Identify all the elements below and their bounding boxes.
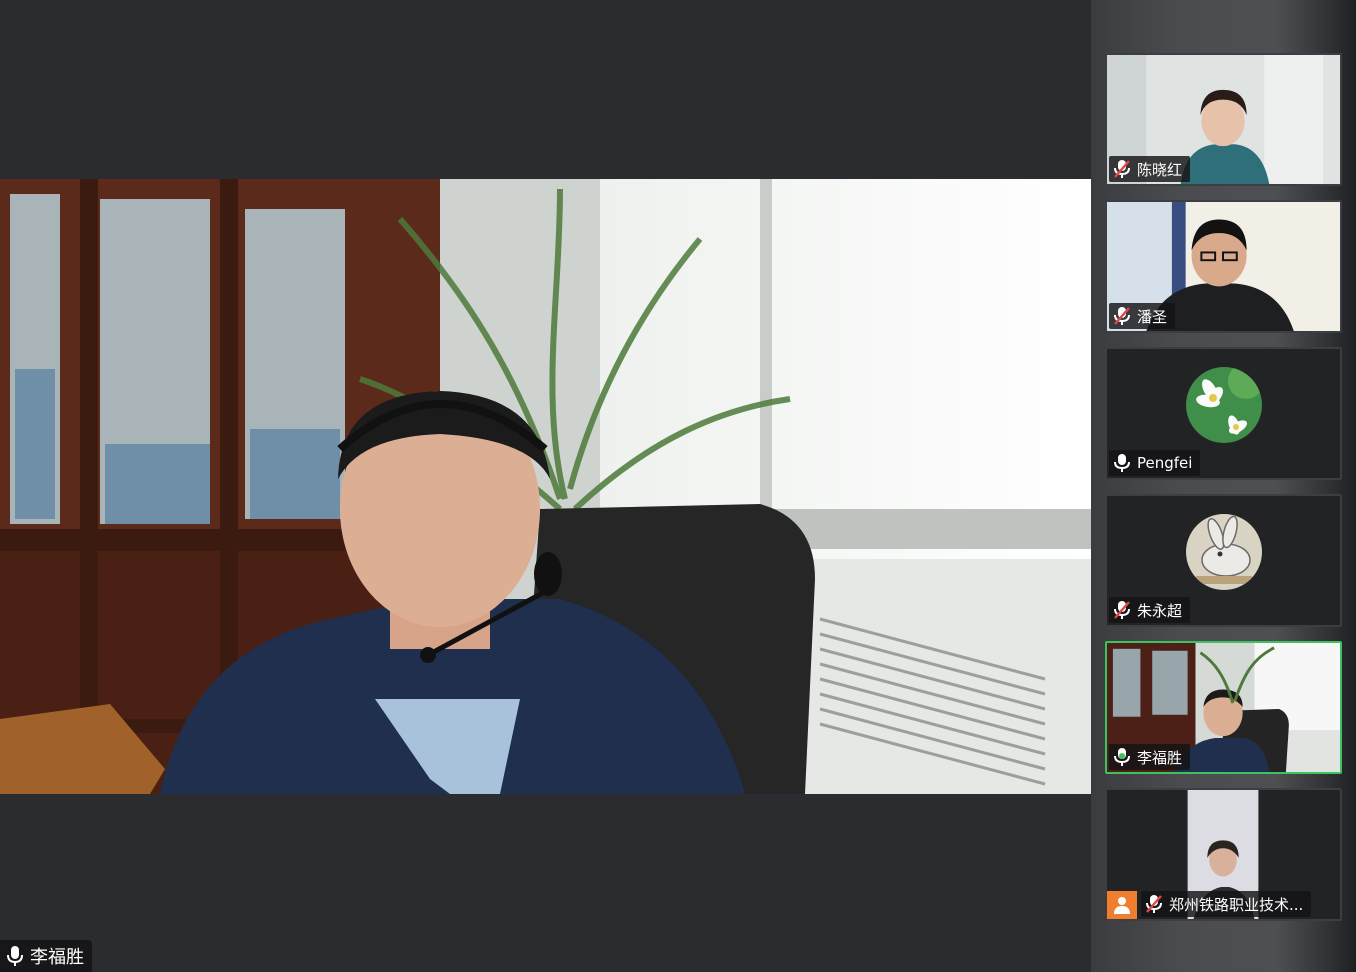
- participant-name-tag: Pengfei: [1109, 450, 1201, 476]
- participant-tile[interactable]: 潘圣: [1105, 200, 1342, 333]
- participant-name-tag: 李福胜: [1109, 744, 1191, 770]
- participant-tile[interactable]: 郑州铁路职业技术...: [1105, 788, 1342, 921]
- microphone-muted-icon: [1146, 895, 1162, 913]
- participant-name: 潘圣: [1137, 307, 1168, 326]
- participant-name: 朱永超: [1137, 601, 1183, 620]
- participant-gallery-strip[interactable]: 陈晓红 潘圣 Pengfei 朱永超 李福胜 郑州铁路职业技术...: [1091, 0, 1356, 972]
- participant-name-tag: 朱永超: [1109, 597, 1191, 623]
- participant-avatar: [1185, 367, 1262, 443]
- microphone-icon: [1114, 748, 1130, 766]
- rabbit-avatar-image: [1185, 514, 1262, 590]
- participant-tile[interactable]: 朱永超: [1105, 494, 1342, 627]
- participant-name-tag: 郑州铁路职业技术...: [1141, 891, 1312, 917]
- participant-tile[interactable]: Pengfei: [1105, 347, 1342, 480]
- flowers-avatar-image: [1185, 367, 1262, 443]
- participant-tile[interactable]: 陈晓红: [1105, 53, 1342, 186]
- participant-name-tag: 潘圣: [1109, 303, 1176, 329]
- microphone-icon: [7, 946, 23, 966]
- participant-name-tag: 陈晓红: [1109, 156, 1191, 182]
- active-speaker-name: 李福胜: [30, 947, 84, 968]
- participant-avatar: [1185, 514, 1262, 590]
- video-meeting-window: 李福胜 陈晓红 潘圣 Pengfei 朱永超 李福胜 郑州铁路职业技术...: [0, 0, 1356, 972]
- participant-name: 陈晓红: [1137, 160, 1183, 179]
- microphone-muted-icon: [1114, 160, 1130, 178]
- microphone-icon: [1114, 454, 1130, 472]
- host-person-icon: [1114, 897, 1130, 914]
- microphone-muted-icon: [1114, 307, 1130, 325]
- participant-name: Pengfei: [1137, 454, 1193, 472]
- microphone-muted-icon: [1114, 601, 1130, 619]
- participant-name: 郑州铁路职业技术...: [1169, 895, 1304, 914]
- host-badge: [1107, 891, 1137, 919]
- participant-name: 李福胜: [1137, 748, 1183, 767]
- speaker-camera-feed: [0, 179, 1091, 794]
- active-speaker-name-tag: 李福胜: [0, 940, 92, 972]
- main-speaker-video[interactable]: [0, 179, 1091, 794]
- participant-tile-active-speaker[interactable]: 李福胜: [1105, 641, 1342, 774]
